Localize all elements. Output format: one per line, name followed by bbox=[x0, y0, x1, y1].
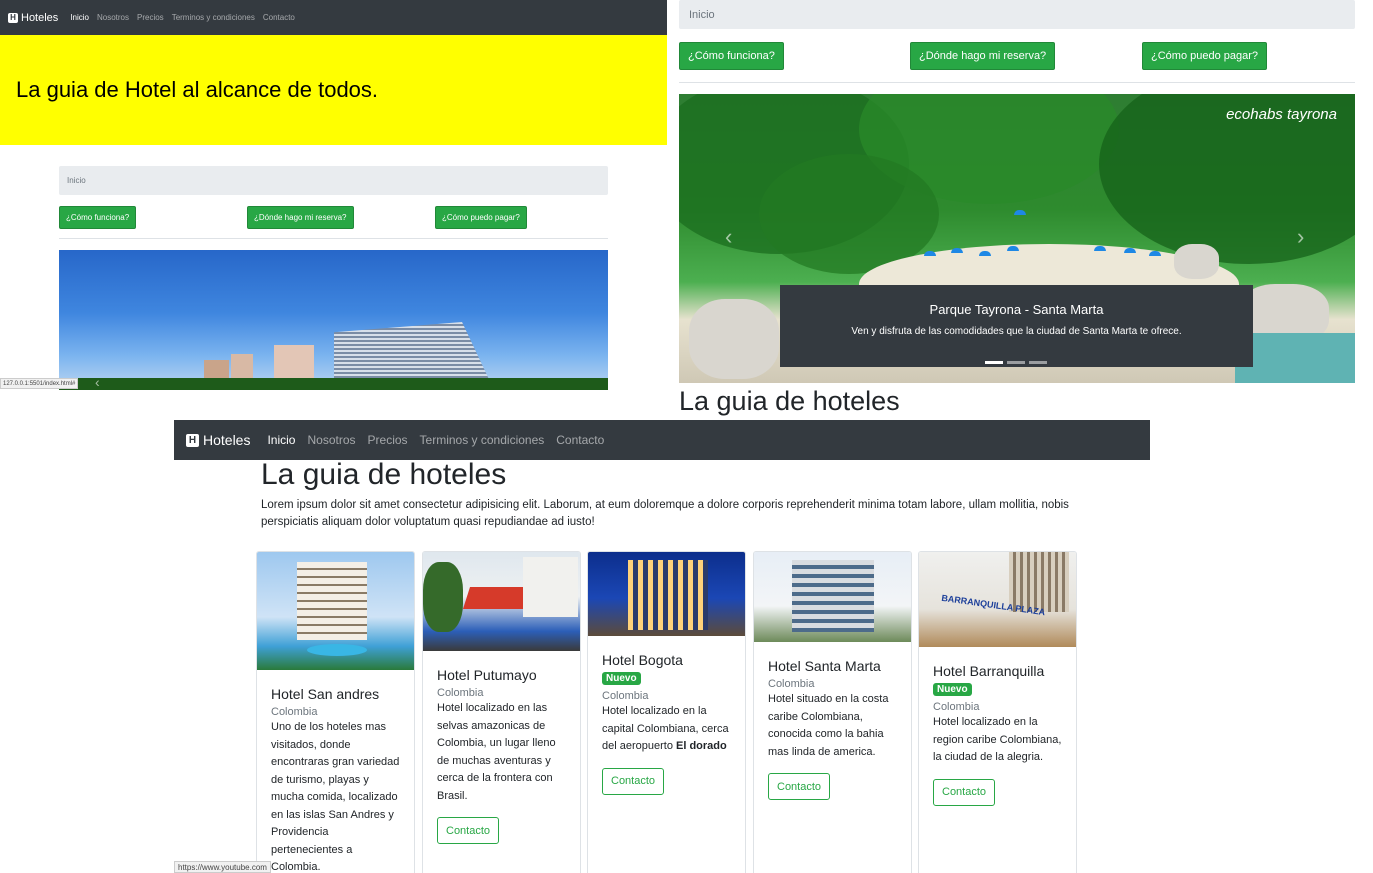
como-funciona-button[interactable]: ¿Cómo funciona? bbox=[59, 206, 137, 229]
screenshot-panel-top-left: H Hoteles Inicio Nosotros Precios Termin… bbox=[0, 0, 667, 390]
contacto-button[interactable]: Contacto bbox=[933, 778, 996, 806]
contacto-button[interactable]: Contacto bbox=[437, 817, 500, 844]
indicator-1[interactable] bbox=[985, 361, 1003, 364]
como-pagar-button[interactable]: ¿Cómo puedo pagar? bbox=[435, 206, 527, 229]
nav-link-terminos[interactable]: Terminos y condiciones bbox=[172, 13, 255, 22]
jumbotron-title: La guia de Hotel al alcance de todos. bbox=[16, 77, 379, 102]
card-text: Uno de los hoteles mas visitados, donde … bbox=[271, 721, 400, 873]
contacto-button[interactable]: Contacto bbox=[602, 767, 665, 795]
card-title: Hotel Bogota bbox=[602, 652, 683, 668]
hotel-card: BARRANQUILLA PLAZA Hotel Barranquilla Nu… bbox=[918, 551, 1077, 873]
hotel-card: Hotel Putumayo Colombia Hotel localizado… bbox=[422, 551, 581, 873]
card-text-bold: El dorado bbox=[676, 740, 727, 752]
intro-paragraph: Lorem ipsum dolor sit amet consectetur a… bbox=[261, 499, 1069, 528]
card-text: Hotel localizado en la capital Colombian… bbox=[602, 703, 731, 756]
como-funciona-button[interactable]: ¿Cómo funciona? bbox=[679, 42, 784, 70]
hotel-icon: H bbox=[186, 433, 199, 447]
hotel-card: Hotel Santa Marta Colombia Hotel situado… bbox=[753, 551, 912, 873]
card-subtitle: Colombia bbox=[271, 706, 318, 718]
navbar-brand[interactable]: H Hoteles bbox=[8, 12, 58, 24]
card-text: Hotel situado en la costa caribe Colombi… bbox=[768, 693, 889, 758]
screenshot-panel-top-right: Inicio ¿Cómo funciona? ¿Dónde hago mi re… bbox=[679, 0, 1355, 420]
card-title: Hotel Santa Marta bbox=[768, 658, 881, 674]
nav-link-contacto[interactable]: Contacto bbox=[556, 433, 604, 447]
page-title: La guia de hoteles bbox=[261, 458, 507, 491]
hotel-image bbox=[423, 552, 580, 651]
carousel-image-hotel: ‹ bbox=[59, 250, 608, 390]
hotel-card: Hotel San andres Colombia Uno de los hot… bbox=[256, 551, 415, 873]
card-title: Hotel San andres bbox=[271, 686, 380, 702]
nav-link-precios[interactable]: Precios bbox=[368, 433, 408, 447]
nav-link-nosotros[interactable]: Nosotros bbox=[307, 433, 355, 447]
section-heading: La guia de hoteles bbox=[679, 386, 900, 416]
nav-link-inicio[interactable]: Inicio bbox=[70, 13, 89, 22]
chevron-left-icon[interactable]: ‹ bbox=[95, 374, 100, 390]
hotel-image bbox=[754, 552, 911, 642]
hotel-icon: H bbox=[8, 12, 18, 23]
nav-link-terminos[interactable]: Terminos y condiciones bbox=[420, 433, 545, 447]
carousel-caption: Parque Tayrona - Santa Marta Ven y disfr… bbox=[780, 285, 1253, 367]
jumbotron: La guia de Hotel al alcance de todos. bbox=[0, 35, 667, 145]
nav-link-precios[interactable]: Precios bbox=[137, 13, 164, 22]
hotel-image: BARRANQUILLA PLAZA bbox=[919, 552, 1076, 647]
breadcrumb: Inicio bbox=[679, 0, 1355, 29]
status-bar-url: 127.0.0.1:5501/index.html# bbox=[0, 378, 79, 389]
carousel: ecohabs tayrona ‹ › Parque Tayrona - San… bbox=[679, 94, 1355, 383]
chevron-right-icon[interactable]: › bbox=[1297, 224, 1304, 250]
nav-link-contacto[interactable]: Contacto bbox=[263, 13, 295, 22]
divider bbox=[59, 238, 608, 239]
status-bar-url: https://www.youtube.com bbox=[174, 861, 271, 873]
nav-link-inicio[interactable]: Inicio bbox=[267, 433, 295, 447]
new-badge: Nuevo bbox=[933, 683, 972, 696]
navbar-brand[interactable]: H Hoteles bbox=[186, 432, 250, 448]
nav-link-nosotros[interactable]: Nosotros bbox=[97, 13, 129, 22]
brand-label: Hoteles bbox=[203, 432, 251, 448]
breadcrumb-item-inicio[interactable]: Inicio bbox=[689, 9, 715, 21]
navbar: H Hoteles Inicio Nosotros Precios Termin… bbox=[0, 0, 667, 35]
ecohabs-watermark: ecohabs tayrona bbox=[1226, 106, 1337, 123]
card-title: Hotel Barranquilla bbox=[933, 663, 1045, 679]
donde-reserva-button[interactable]: ¿Dónde hago mi reserva? bbox=[247, 206, 354, 229]
hotel-image bbox=[257, 552, 414, 670]
brand-label: Hoteles bbox=[21, 11, 59, 24]
card-title: Hotel Putumayo bbox=[437, 667, 537, 683]
divider bbox=[679, 82, 1355, 83]
hotel-card: Hotel Bogota Nuevo Colombia Hotel locali… bbox=[587, 551, 746, 873]
contacto-button[interactable]: Contacto bbox=[768, 773, 831, 800]
indicator-3[interactable] bbox=[1029, 361, 1047, 364]
card-subtitle: Colombia bbox=[933, 701, 980, 713]
card-text: Hotel localizado en las selvas amazonica… bbox=[437, 702, 556, 802]
card-subtitle: Colombia bbox=[768, 678, 815, 690]
caption-title: Parque Tayrona - Santa Marta bbox=[929, 302, 1104, 317]
caption-text: Ven y disfruta de las comodidades que la… bbox=[851, 326, 1182, 337]
como-pagar-button[interactable]: ¿Cómo puedo pagar? bbox=[1142, 42, 1268, 70]
navbar: H Hoteles Inicio Nosotros Precios Termin… bbox=[174, 420, 1150, 460]
hotel-image bbox=[588, 552, 745, 636]
indicator-2[interactable] bbox=[1007, 361, 1025, 364]
card-subtitle: Colombia bbox=[437, 687, 484, 699]
card-subtitle: Colombia bbox=[602, 690, 649, 702]
carousel-indicators bbox=[985, 361, 1047, 364]
screenshot-panel-bottom: H Hoteles Inicio Nosotros Precios Termin… bbox=[174, 420, 1150, 873]
breadcrumb-item-inicio[interactable]: Inicio bbox=[67, 176, 86, 185]
chevron-left-icon[interactable]: ‹ bbox=[725, 224, 732, 250]
breadcrumb: Inicio bbox=[59, 166, 608, 195]
donde-reserva-button[interactable]: ¿Dónde hago mi reserva? bbox=[910, 42, 1056, 70]
new-badge: Nuevo bbox=[602, 672, 641, 685]
card-text: Hotel localizado en la region caribe Col… bbox=[933, 716, 1062, 763]
